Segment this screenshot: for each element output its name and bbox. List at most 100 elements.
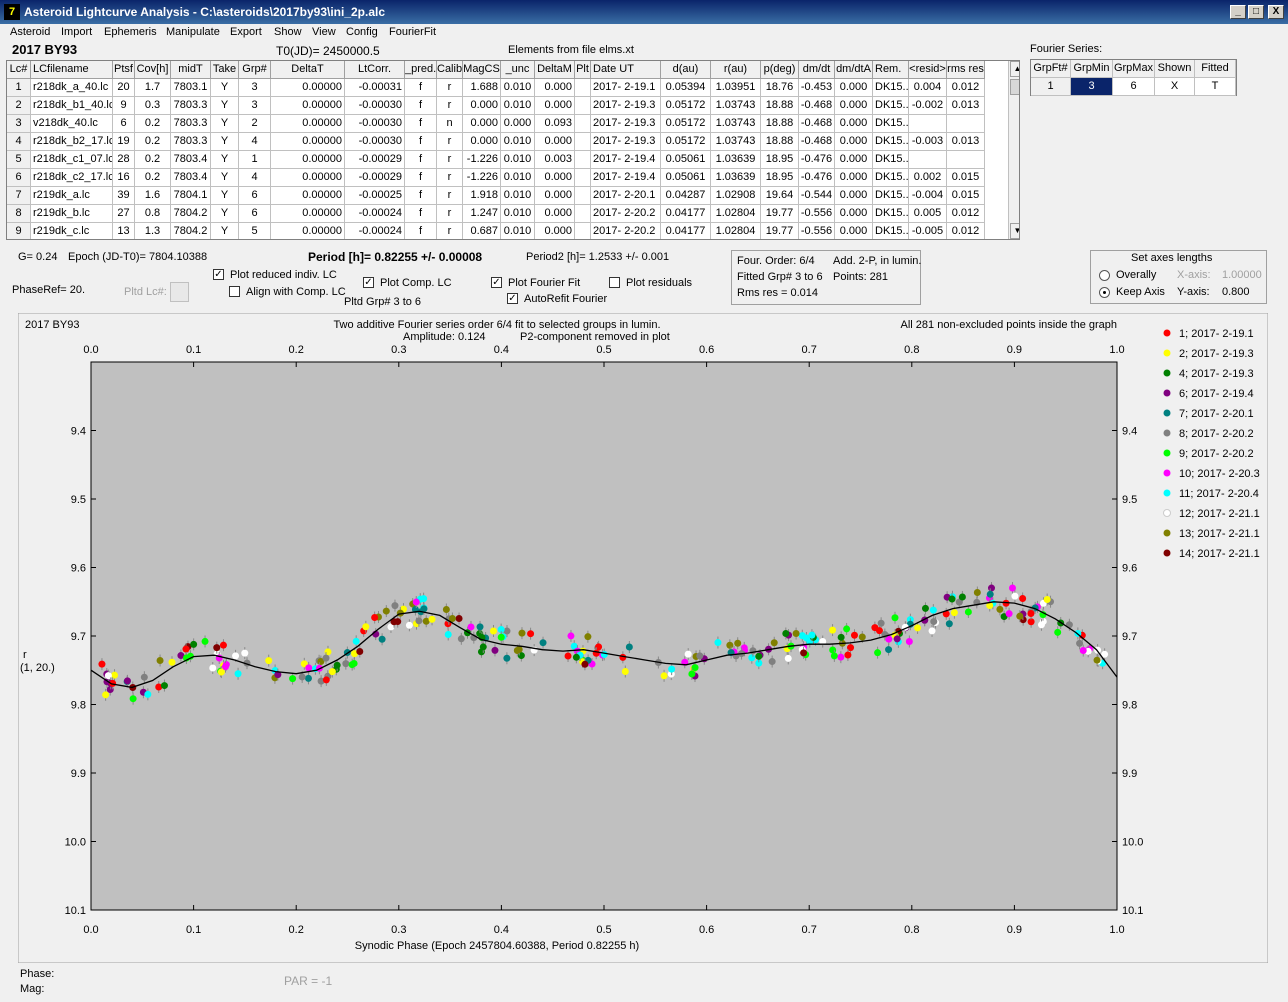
data-point[interactable] bbox=[829, 626, 837, 634]
table-cell[interactable]: Y bbox=[211, 223, 239, 239]
table-row[interactable]: 8 r219dk_b.lc 27 0.8 7804.2 Y 6 0.00000 -0.00024… bbox=[7, 205, 1007, 223]
data-point[interactable] bbox=[755, 652, 763, 660]
plot-fourier-checkbox[interactable]: ✓ bbox=[491, 277, 502, 288]
data-point[interactable] bbox=[382, 607, 390, 615]
table-cell[interactable] bbox=[575, 169, 591, 187]
table-cell[interactable]: 0.000 bbox=[535, 223, 575, 239]
table-cell[interactable]: 0.05172 bbox=[661, 133, 711, 151]
table-cell[interactable]: f bbox=[405, 187, 437, 205]
data-point[interactable] bbox=[304, 674, 312, 682]
data-point[interactable] bbox=[201, 637, 209, 645]
data-point[interactable] bbox=[305, 664, 313, 672]
column-header[interactable]: LtCorr. bbox=[345, 61, 405, 79]
table-cell[interactable]: 27 bbox=[113, 205, 135, 223]
data-point[interactable] bbox=[479, 643, 487, 651]
x-axis-value[interactable]: 1.00000 bbox=[1222, 269, 1262, 281]
table-cell[interactable]: DK15.. bbox=[873, 79, 909, 97]
table-cell[interactable]: 6 bbox=[239, 187, 271, 205]
table-cell[interactable]: 0.000 bbox=[501, 115, 535, 133]
table-cell[interactable]: 0.010 bbox=[501, 187, 535, 205]
fourier-series-table[interactable]: GrpFt# GrpMin GrpMax Shown Fitted 1 3 6 … bbox=[1030, 59, 1237, 96]
table-row[interactable]: 3 v218dk_40.lc 6 0.2 7803.3 Y 2 0.00000 -0.00030… bbox=[7, 115, 1007, 133]
table-row[interactable]: 9 r219dk_c.lc 13 1.3 7804.2 Y 5 0.00000 -0.00024… bbox=[7, 223, 1007, 239]
menu-export[interactable]: Export bbox=[230, 26, 262, 38]
data-point[interactable] bbox=[209, 664, 217, 672]
table-cell[interactable]: 0.05172 bbox=[661, 97, 711, 115]
table-cell[interactable]: 2017- 2-19.1 bbox=[591, 79, 661, 97]
table-cell[interactable]: DK15.. bbox=[873, 97, 909, 115]
fourier-grpft-value[interactable]: 1 bbox=[1031, 78, 1071, 96]
data-point[interactable] bbox=[581, 660, 589, 668]
table-cell[interactable]: f bbox=[405, 151, 437, 169]
table-cell[interactable]: 2017- 2-20.2 bbox=[591, 223, 661, 239]
table-cell[interactable]: 2017- 2-20.1 bbox=[591, 187, 661, 205]
data-point[interactable] bbox=[829, 646, 837, 654]
data-point[interactable] bbox=[564, 652, 572, 660]
table-cell[interactable]: 0.004 bbox=[909, 79, 947, 97]
data-point[interactable] bbox=[1005, 610, 1013, 618]
menu-show[interactable]: Show bbox=[274, 26, 302, 38]
table-cell[interactable]: 0.000 bbox=[835, 169, 873, 187]
table-cell[interactable]: r218dk_b1_40.lc bbox=[31, 97, 113, 115]
table-cell[interactable]: DK15.. bbox=[873, 151, 909, 169]
data-point[interactable] bbox=[234, 670, 242, 678]
data-point[interactable] bbox=[503, 627, 511, 635]
table-cell[interactable]: 1.03743 bbox=[711, 97, 761, 115]
column-header[interactable]: Lc# bbox=[7, 61, 31, 79]
table-cell[interactable]: Y bbox=[211, 133, 239, 151]
table-cell[interactable]: 0.000 bbox=[463, 97, 501, 115]
table-cell[interactable]: 1.3 bbox=[135, 223, 171, 239]
column-header[interactable]: midT bbox=[171, 61, 211, 79]
table-cell[interactable]: 20 bbox=[113, 79, 135, 97]
table-cell[interactable]: 1.247 bbox=[463, 205, 501, 223]
table-cell[interactable]: f bbox=[405, 169, 437, 187]
table-cell[interactable]: -0.003 bbox=[909, 133, 947, 151]
data-point[interactable] bbox=[696, 652, 704, 660]
table-cell[interactable]: 0.05172 bbox=[661, 115, 711, 133]
column-header[interactable]: <resid> bbox=[909, 61, 947, 79]
table-row[interactable]: 1 r218dk_a_40.lc 20 1.7 7803.1 Y 3 0.00000 -0.00… bbox=[7, 79, 1007, 97]
data-point[interactable] bbox=[371, 614, 379, 622]
table-cell[interactable]: 2 bbox=[7, 97, 31, 115]
data-point[interactable] bbox=[333, 661, 341, 669]
table-cell[interactable]: r219dk_a.lc bbox=[31, 187, 113, 205]
table-cell[interactable]: 2017- 2-19.4 bbox=[591, 169, 661, 187]
data-point[interactable] bbox=[182, 645, 190, 653]
table-cell[interactable]: 0.00000 bbox=[271, 97, 345, 115]
table-cell[interactable]: 7804.2 bbox=[171, 205, 211, 223]
table-cell[interactable]: -0.476 bbox=[799, 151, 835, 169]
data-point[interactable] bbox=[1079, 647, 1087, 655]
data-point[interactable] bbox=[467, 623, 475, 631]
table-cell[interactable]: 0.015 bbox=[947, 187, 985, 205]
pltd-lc-spinner[interactable] bbox=[170, 282, 189, 302]
table-cell[interactable]: f bbox=[405, 133, 437, 151]
data-point[interactable] bbox=[770, 639, 778, 647]
table-cell[interactable]: 0.010 bbox=[501, 79, 535, 97]
menu-manipulate[interactable]: Manipulate bbox=[166, 26, 220, 38]
data-point[interactable] bbox=[156, 656, 164, 664]
menu-ephemeris[interactable]: Ephemeris bbox=[104, 26, 157, 38]
table-cell[interactable]: -0.468 bbox=[799, 133, 835, 151]
table-cell[interactable]: DK15.. bbox=[873, 133, 909, 151]
data-point[interactable] bbox=[844, 651, 852, 659]
data-point[interactable] bbox=[684, 650, 692, 658]
table-cell[interactable]: 0.010 bbox=[501, 97, 535, 115]
table-cell[interactable]: 3 bbox=[7, 115, 31, 133]
table-cell[interactable]: 0.00000 bbox=[271, 151, 345, 169]
table-cell[interactable]: 1.918 bbox=[463, 187, 501, 205]
data-point[interactable] bbox=[584, 633, 592, 641]
column-header[interactable]: Date UT bbox=[591, 61, 661, 79]
data-point[interactable] bbox=[621, 668, 629, 676]
data-point[interactable] bbox=[342, 660, 350, 668]
table-cell[interactable]: -0.00025 bbox=[345, 187, 405, 205]
table-cell[interactable]: 0.2 bbox=[135, 151, 171, 169]
data-point[interactable] bbox=[213, 644, 221, 652]
minimize-button[interactable]: _ bbox=[1230, 5, 1246, 19]
column-header[interactable]: _pred. bbox=[405, 61, 437, 79]
table-cell[interactable]: f bbox=[405, 205, 437, 223]
table-cell[interactable]: r218dk_b2_17.lc bbox=[31, 133, 113, 151]
table-cell[interactable]: 2017- 2-20.2 bbox=[591, 205, 661, 223]
table-cell[interactable]: 0.000 bbox=[535, 205, 575, 223]
data-point[interactable] bbox=[973, 589, 981, 597]
data-point[interactable] bbox=[190, 640, 198, 648]
